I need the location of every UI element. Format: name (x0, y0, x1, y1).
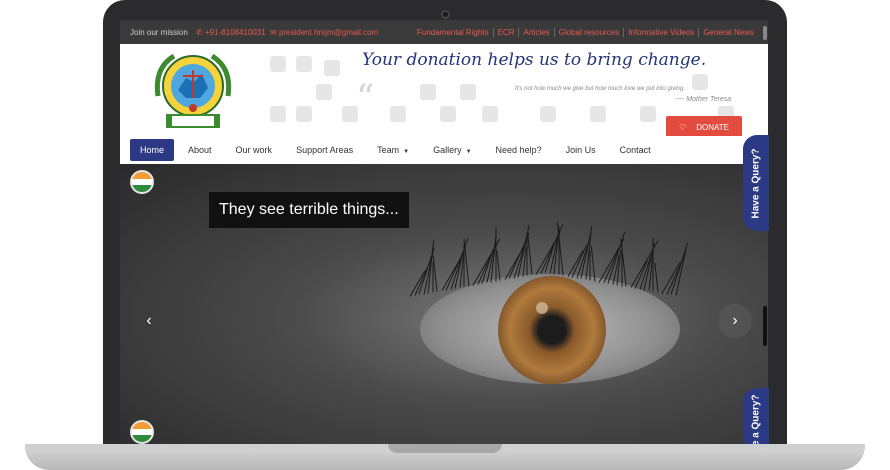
nav-support-areas[interactable]: Support Areas (286, 139, 363, 161)
link-general-news[interactable]: General News (698, 28, 758, 37)
link-articles[interactable]: Articles (518, 28, 553, 37)
top-links: Fundamental Rights ECR Articles Global r… (413, 28, 758, 37)
top-bar: Join our mission ✆ +91-8108410031 ✉ pres… (120, 20, 768, 44)
people-bg-icon (460, 84, 476, 100)
scale-bg-icon (440, 106, 456, 122)
phone-number: +91-8108410031 (204, 28, 266, 37)
hero-slider: They see terrible things... ‹ › (120, 164, 768, 444)
phone-link[interactable]: ✆ +91-8108410031 (196, 28, 266, 37)
donate-label: DONATE (696, 122, 729, 132)
nav-label: Need help? (495, 145, 542, 155)
chevron-left-icon: ‹ (146, 312, 152, 329)
nav-contact[interactable]: Contact (610, 139, 661, 161)
main-nav: Home About Our work Support Areas Team ▼ … (120, 136, 768, 164)
eyelash (432, 262, 433, 293)
donation-tagline: Your donation helps us to bring change. (362, 50, 707, 70)
nav-team[interactable]: Team ▼ (367, 139, 419, 161)
nav-label: Support Areas (296, 145, 354, 155)
nav-label: Home (140, 145, 165, 155)
nav-label: Our work (235, 145, 273, 155)
heart-icon: ♡ (679, 122, 687, 132)
join-mission-text: Join our mission (130, 28, 188, 37)
eye-glint (536, 302, 548, 314)
gavel-bg-icon (316, 84, 332, 100)
nav-gallery[interactable]: Gallery ▼ (423, 139, 481, 161)
nav-label: Gallery (433, 145, 462, 155)
scale-bg-icon (640, 106, 656, 122)
nav-home[interactable]: Home (130, 139, 175, 161)
site-header: “ Your donation helps us to bring change… (120, 44, 768, 136)
query-tab-label: Have a Query? (750, 147, 762, 219)
justice-bg-icon (324, 60, 340, 76)
india-flag-icon (130, 420, 154, 444)
have-a-query-tab[interactable]: Have a Query? (743, 135, 769, 231)
prev-slide-button[interactable]: ‹ (132, 304, 166, 338)
caret-down-icon: ▼ (465, 149, 472, 155)
eyelash (653, 262, 658, 293)
browser-screen: Join our mission ✆ +91-8108410031 ✉ pres… (120, 20, 768, 444)
eyelash (496, 250, 501, 281)
nav-need-help[interactable]: Need help? (486, 139, 552, 161)
scrollbar-thumb[interactable] (763, 26, 767, 40)
nav-label: Team (377, 145, 400, 155)
nav-join-us[interactable]: Join Us (556, 139, 606, 161)
email-address: president.hrsjm@gmail.com (278, 28, 379, 37)
donate-button[interactable]: ♡ DONATE (666, 116, 742, 136)
nav-about[interactable]: About (178, 139, 222, 161)
quote-mark-icon: “ (356, 78, 375, 119)
justice-bg-icon (270, 56, 286, 72)
chevron-right-icon: › (732, 312, 738, 329)
scale-bg-icon (270, 106, 286, 122)
next-slide-button[interactable]: › (718, 304, 752, 338)
india-flag-icon (130, 170, 154, 194)
scrollbar-thumb[interactable] (763, 306, 767, 346)
scale-bg-icon (482, 106, 498, 122)
nav-label: About (188, 145, 212, 155)
laptop-notch (388, 444, 502, 453)
caret-down-icon: ▼ (403, 149, 410, 155)
eyelash (589, 250, 591, 281)
eyelash (526, 239, 528, 276)
iris-image (498, 276, 606, 384)
nav-our-work[interactable]: Our work (226, 139, 283, 161)
slide-caption: They see terrible things... (209, 192, 409, 228)
justice-bg-icon (296, 56, 312, 72)
webcam (441, 10, 450, 19)
nav-label: Join Us (565, 145, 596, 155)
email-link[interactable]: ✉ president.hrsjm@gmail.com (270, 28, 378, 37)
link-fundamental-rights[interactable]: Fundamental Rights (413, 28, 493, 37)
quote-author: ---- Mother Teresa (675, 96, 732, 103)
justice-bg-icon (692, 74, 708, 90)
people-bg-icon (420, 84, 436, 100)
eyelash (652, 237, 654, 292)
scale-bg-icon (296, 106, 312, 122)
quote-text: It's not how much we give but how much l… (515, 86, 685, 92)
link-global-resources[interactable]: Global resources (553, 28, 623, 37)
nav-label: Contact (619, 145, 651, 155)
link-ecr[interactable]: ECR (492, 28, 519, 37)
scale-bg-icon (540, 106, 556, 122)
scale-bg-icon (590, 106, 606, 122)
organization-logo[interactable] (150, 48, 236, 134)
link-informative-videos[interactable]: Informative Videos (623, 28, 698, 37)
have-a-query-tab[interactable]: Have a Query? (743, 388, 769, 465)
scale-bg-icon (390, 106, 406, 122)
